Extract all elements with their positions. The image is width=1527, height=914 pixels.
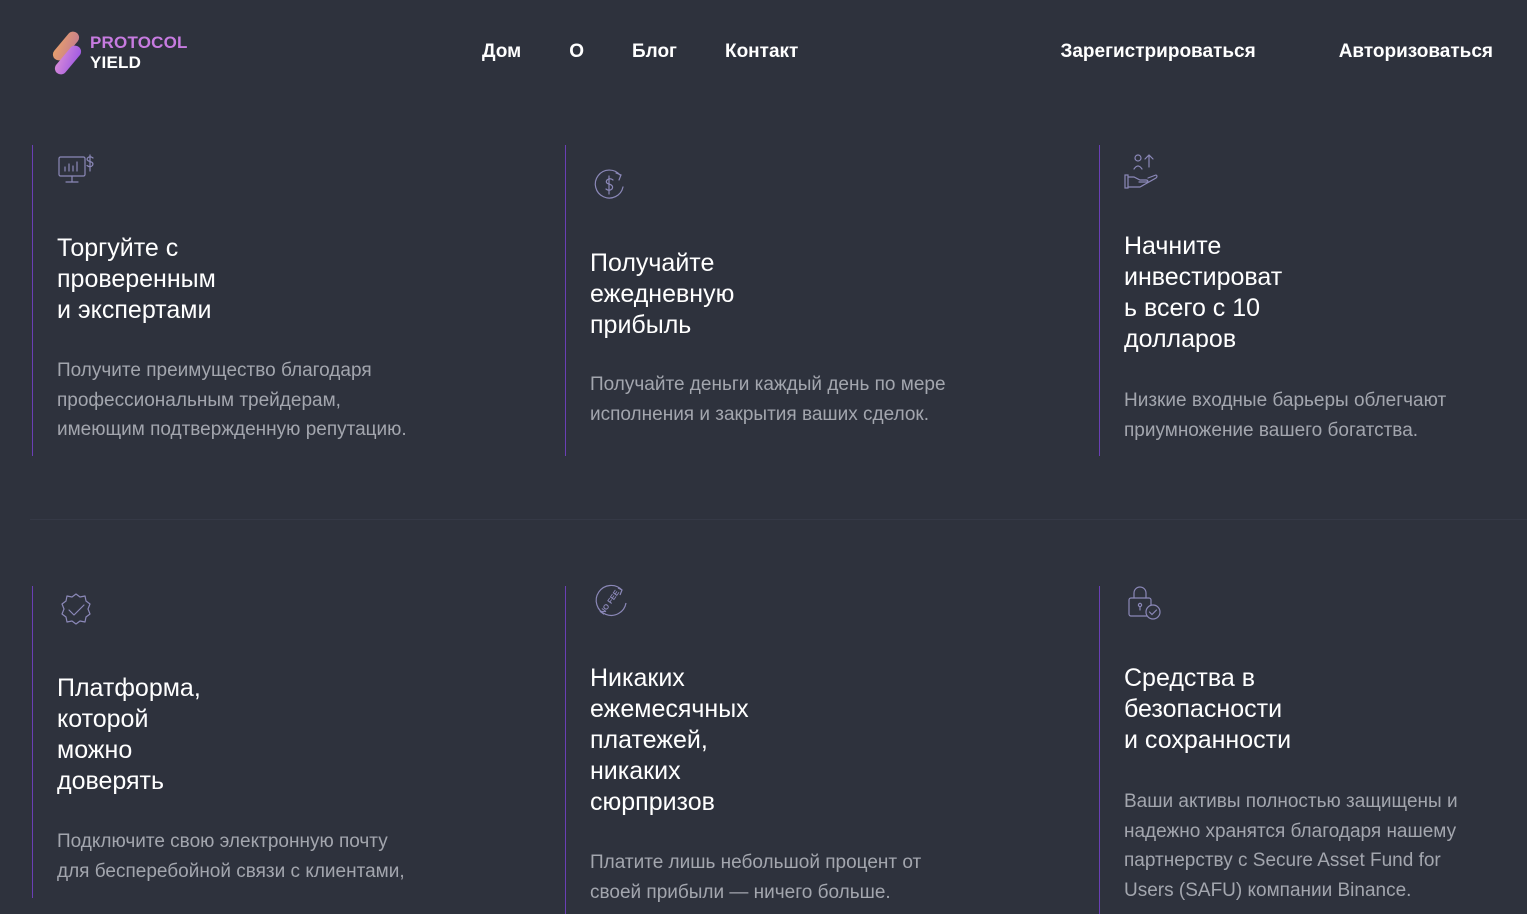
- feature-card-trade-experts: Торгуйте с проверенным и экспертами Полу…: [32, 145, 532, 456]
- feature-title: Средства в безопасности и сохранности: [1124, 664, 1292, 754]
- feature-title: Получайте ежедневную прибыль: [590, 249, 735, 339]
- feature-title: Торгуйте с проверенным и экспертами: [57, 234, 216, 324]
- feature-description: Получите преимущество благодаря професси…: [57, 360, 407, 440]
- no-fee-icon: NO FEE: [595, 584, 627, 616]
- logo[interactable]: PROTOCOL YIELD: [52, 28, 188, 78]
- feature-card-no-fees: NO FEE Никаких ежемесячных платежей, ник…: [565, 584, 1065, 914]
- section-divider: [30, 519, 1527, 520]
- login-link[interactable]: Авторизоваться: [1339, 40, 1493, 64]
- register-link[interactable]: Зарегистрироваться: [1060, 40, 1255, 64]
- feature-card-daily-profit: Получайте ежедневную прибыль Получайте д…: [565, 145, 1065, 456]
- dollar-refresh-icon: [594, 169, 624, 199]
- no-fee-icon-label: NO FEE: [598, 588, 621, 616]
- feature-title: Платформа, которой можно доверять: [57, 674, 201, 795]
- feature-description: Подключите свою электронную почту для бе…: [57, 831, 405, 882]
- feature-title: Никаких ежемесячных платежей, никаких сю…: [590, 664, 749, 816]
- feature-description: Ваши активы полностью защищены и надежно…: [1124, 791, 1458, 901]
- hand-investment-icon: [1124, 154, 1158, 189]
- nav-blog-link[interactable]: Блог: [632, 40, 677, 64]
- monitor-chart-dollar-icon: [58, 154, 94, 183]
- feature-card-funds-safety: Средства в безопасности и сохранности Ва…: [1099, 586, 1527, 914]
- nav-about-link[interactable]: О: [569, 40, 584, 64]
- logo-mark-icon: [52, 31, 82, 75]
- feature-description: Платите лишь небольшой процент от своей …: [590, 852, 922, 903]
- nav-home-link[interactable]: Дом: [482, 40, 521, 64]
- auth-links: Зарегистрироваться Авторизоваться: [1060, 40, 1493, 64]
- lock-check-icon: [1128, 586, 1161, 620]
- logo-text-protocol: PROTOCOL: [90, 33, 188, 52]
- feature-card-invest-10: Начните инвестироват ь всего с 10 доллар…: [1099, 145, 1527, 456]
- feature-card-trusted-platform: Платформа, которой можно доверять Подклю…: [32, 586, 532, 898]
- feature-description: Низкие входные барьеры облегчают приумно…: [1124, 390, 1447, 441]
- verified-badge-icon: [61, 593, 91, 625]
- logo-text-yield: YIELD: [90, 53, 142, 72]
- page: PROTOCOL YIELD Дом О Блог Контакт Зареги…: [0, 0, 1527, 914]
- main-nav: Дом О Блог Контакт: [482, 40, 846, 64]
- feature-description: Получайте деньги каждый день по мере исп…: [590, 374, 946, 425]
- feature-title: Начните инвестироват ь всего с 10 доллар…: [1124, 232, 1283, 353]
- nav-contact-link[interactable]: Контакт: [725, 40, 798, 64]
